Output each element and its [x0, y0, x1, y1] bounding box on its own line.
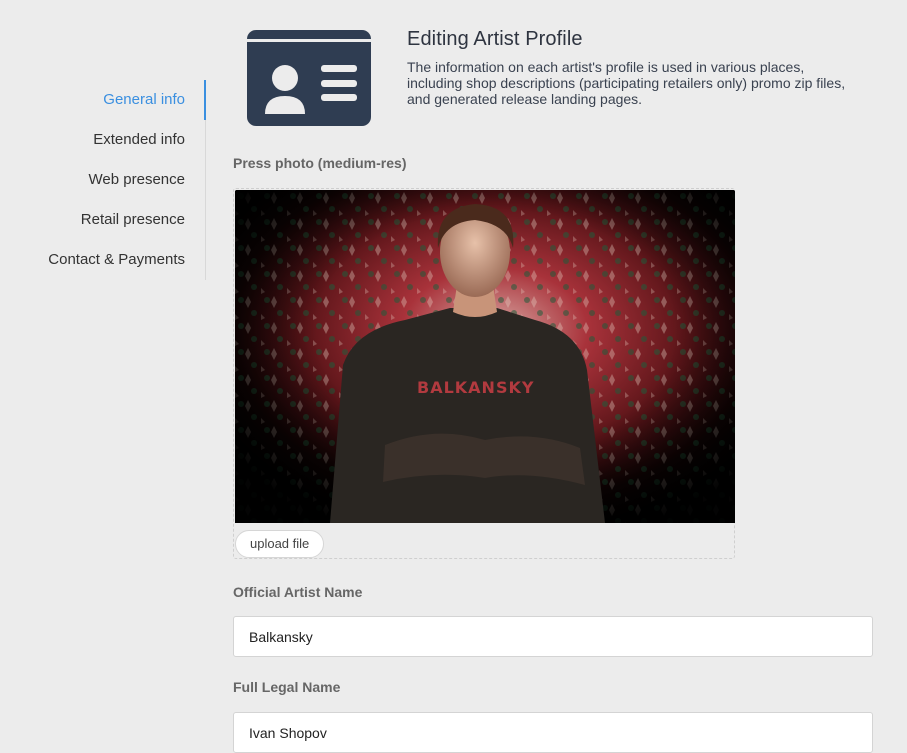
page-header: Editing Artist Profile The information o… — [407, 28, 847, 107]
sidebar-item-retail-presence[interactable]: Retail presence — [0, 200, 205, 240]
sidebar-item-web-presence[interactable]: Web presence — [0, 160, 205, 200]
artist-name-field[interactable] — [233, 616, 873, 657]
press-photo-label: Press photo (medium-res) — [233, 155, 407, 171]
press-photo-image: BALKANSKY — [235, 190, 735, 523]
shirt-text: BALKANSKY — [417, 378, 534, 397]
press-photo-dropzone[interactable]: BALKANSKY upload file — [233, 188, 735, 559]
artist-name-label: Official Artist Name — [233, 584, 363, 600]
sidebar-item-general-info[interactable]: General info — [0, 80, 206, 120]
page-title: Editing Artist Profile — [407, 28, 583, 50]
sidebar-nav: General info Extended info Web presence … — [0, 80, 206, 280]
legal-name-label: Full Legal Name — [233, 679, 341, 695]
sidebar-item-extended-info[interactable]: Extended info — [0, 120, 205, 160]
page-description: The information on each artist's profile… — [407, 59, 846, 107]
upload-file-button[interactable]: upload file — [235, 530, 325, 558]
sidebar-item-contact-payments[interactable]: Contact & Payments — [0, 240, 205, 280]
legal-name-field[interactable] — [233, 712, 873, 753]
id-card-icon — [247, 30, 371, 126]
